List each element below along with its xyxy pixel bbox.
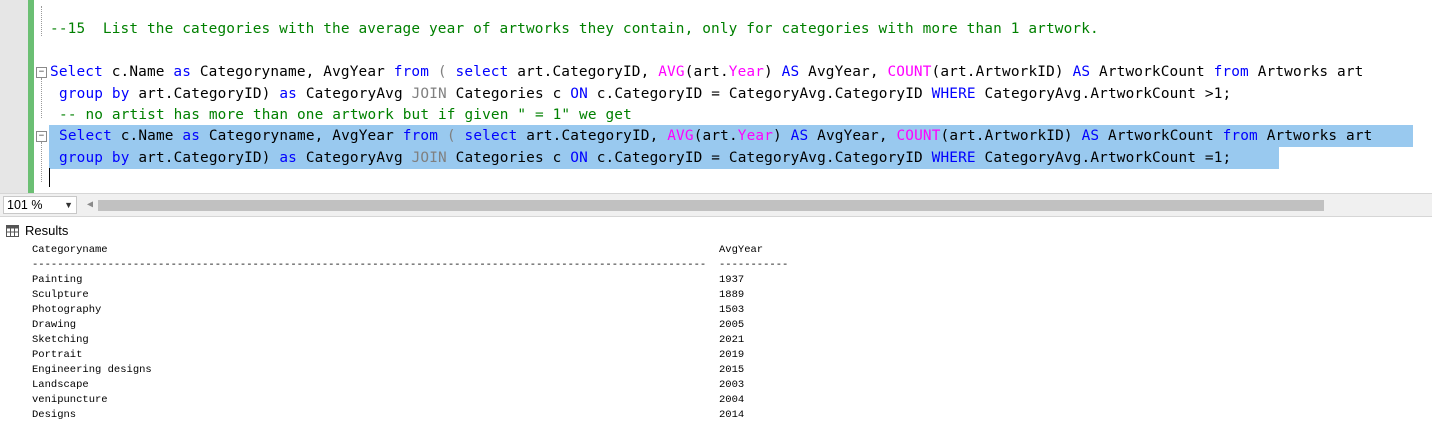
result-cell-avgyear: 1889 — [719, 289, 745, 301]
tab-results-label: Results — [25, 223, 69, 238]
result-cell-avgyear: 1937 — [719, 274, 745, 286]
result-cell-categoryname: Landscape — [32, 379, 89, 391]
query-line-2: group by art.CategoryID) as CategoryAvg … — [59, 86, 1232, 102]
fold-collapse-icon[interactable]: − — [36, 67, 47, 78]
zoom-select[interactable]: 101 % ▼ — [3, 196, 77, 214]
query-line-1: Select c.Name as Categoryname, AvgYear f… — [50, 64, 1364, 80]
result-cell-avgyear: 2003 — [719, 379, 745, 391]
note-comment-line: -- no artist has more than one artwork b… — [59, 107, 632, 123]
results-tab-bar: Results — [0, 217, 1432, 243]
fold-collapse-icon[interactable]: − — [36, 131, 47, 142]
grid-icon — [6, 225, 19, 237]
query-editor[interactable]: --15 List the categories with the averag… — [0, 0, 1432, 193]
result-cell-avgyear: 2019 — [719, 349, 745, 361]
zoom-value: 101 % — [7, 198, 43, 212]
change-tracking-bar — [28, 0, 34, 193]
scroll-left-arrow-icon[interactable]: ◀ — [84, 197, 96, 213]
text-caret — [49, 168, 50, 187]
chevron-down-icon[interactable]: ▼ — [64, 197, 73, 213]
result-cell-categoryname: Sketching — [32, 334, 89, 346]
result-cell-categoryname: Drawing — [32, 319, 77, 331]
header-separator: ----------- — [719, 259, 789, 271]
result-cell-categoryname: Designs — [32, 409, 77, 421]
result-cell-avgyear: 2005 — [719, 319, 745, 331]
query-line-4: group by art.CategoryID) as CategoryAvg … — [59, 150, 1232, 166]
result-cell-categoryname: Sculpture — [32, 289, 89, 301]
outline-line — [41, 142, 42, 182]
column-header-avgyear: AvgYear — [719, 244, 764, 256]
result-cell-categoryname: Portrait — [32, 349, 83, 361]
tab-results[interactable]: Results — [6, 221, 68, 241]
editor-status-bar: 101 % ▼ ◀ — [0, 193, 1432, 217]
result-cell-categoryname: Photography — [32, 304, 102, 316]
result-cell-avgyear: 2021 — [719, 334, 745, 346]
horizontal-scrollbar-thumb[interactable] — [98, 200, 1324, 211]
result-cell-avgyear: 2014 — [719, 409, 745, 421]
outline-line — [41, 6, 42, 36]
query-line-3: Select c.Name as Categoryname, AvgYear f… — [59, 128, 1373, 144]
result-cell-categoryname: venipuncture — [32, 394, 108, 406]
comment-line: --15 List the categories with the averag… — [50, 21, 1099, 37]
result-cell-avgyear: 1503 — [719, 304, 745, 316]
result-cell-categoryname: Engineering designs — [32, 364, 152, 376]
result-cell-avgyear: 2015 — [719, 364, 745, 376]
result-cell-avgyear: 2004 — [719, 394, 745, 406]
column-header-categoryname: Categoryname — [32, 244, 108, 256]
outline-line — [41, 78, 42, 118]
result-cell-categoryname: Painting — [32, 274, 83, 286]
header-separator: ----------------------------------------… — [32, 259, 707, 271]
editor-gutter — [0, 0, 29, 193]
results-text-pane[interactable]: Categoryname AvgYear -------------------… — [0, 243, 1432, 441]
